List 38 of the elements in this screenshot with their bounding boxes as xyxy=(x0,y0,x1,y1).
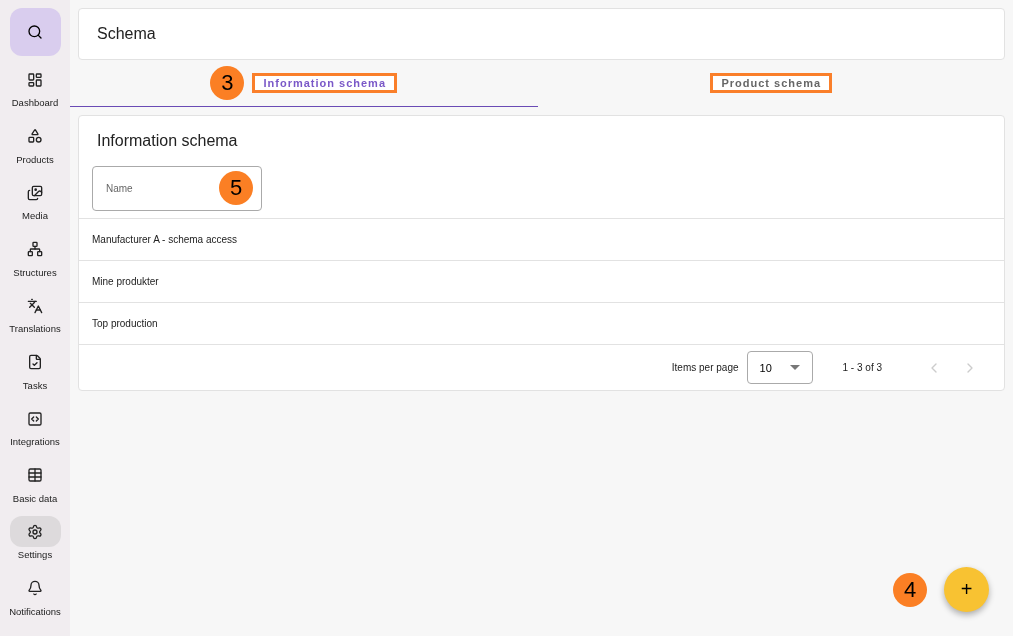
table-row[interactable]: Top production xyxy=(79,302,1004,344)
tab-label-highlight: Product schema xyxy=(710,73,833,93)
table-icon xyxy=(27,467,43,483)
nav-item[interactable]: Settings xyxy=(0,516,70,573)
range-label: 1 - 3 of 3 xyxy=(842,362,882,373)
checked-file-icon xyxy=(27,354,43,370)
code-icon xyxy=(27,410,43,427)
tab[interactable]: Product schema xyxy=(537,60,1005,107)
hierarchy-icon xyxy=(27,241,43,257)
nav-item[interactable]: Integrations xyxy=(0,403,70,460)
tab[interactable]: 3 Information schema xyxy=(70,60,538,107)
table-row[interactable]: Manufacturer A - schema access xyxy=(79,218,1004,260)
search-icon xyxy=(27,24,43,40)
caret-icon xyxy=(789,365,800,370)
nav-item[interactable]: Structures xyxy=(0,233,70,290)
callout-badge: 4 xyxy=(893,572,927,607)
nav-item[interactable]: Products xyxy=(0,120,70,177)
card-title: Information schema xyxy=(97,132,239,150)
bell-icon xyxy=(27,580,43,596)
tab-label-highlight: Information schema xyxy=(252,73,397,93)
nav-item[interactable]: Media xyxy=(0,177,70,234)
page-size-select[interactable]: 10 xyxy=(746,351,813,384)
dashboard-icon xyxy=(27,71,43,88)
search-button[interactable] xyxy=(9,8,61,56)
items-per-page-label: Items per page xyxy=(671,362,739,373)
add-button[interactable]: + xyxy=(944,567,989,612)
nav-item[interactable]: Dashboard xyxy=(0,64,70,121)
shapes-icon xyxy=(27,128,43,144)
settings-icon xyxy=(27,523,43,540)
nav-item[interactable]: Translations xyxy=(0,290,70,347)
nav-item[interactable]: Notifications xyxy=(0,572,70,629)
callout-badge: 3 xyxy=(210,66,245,100)
nav-item[interactable]: Tasks xyxy=(0,346,70,403)
nav-item[interactable]: Basic data xyxy=(0,459,70,516)
table-row[interactable]: Mine produkter xyxy=(79,260,1004,302)
translate-icon xyxy=(27,297,43,314)
page-title: Schema xyxy=(97,25,156,43)
images-icon xyxy=(27,184,43,201)
